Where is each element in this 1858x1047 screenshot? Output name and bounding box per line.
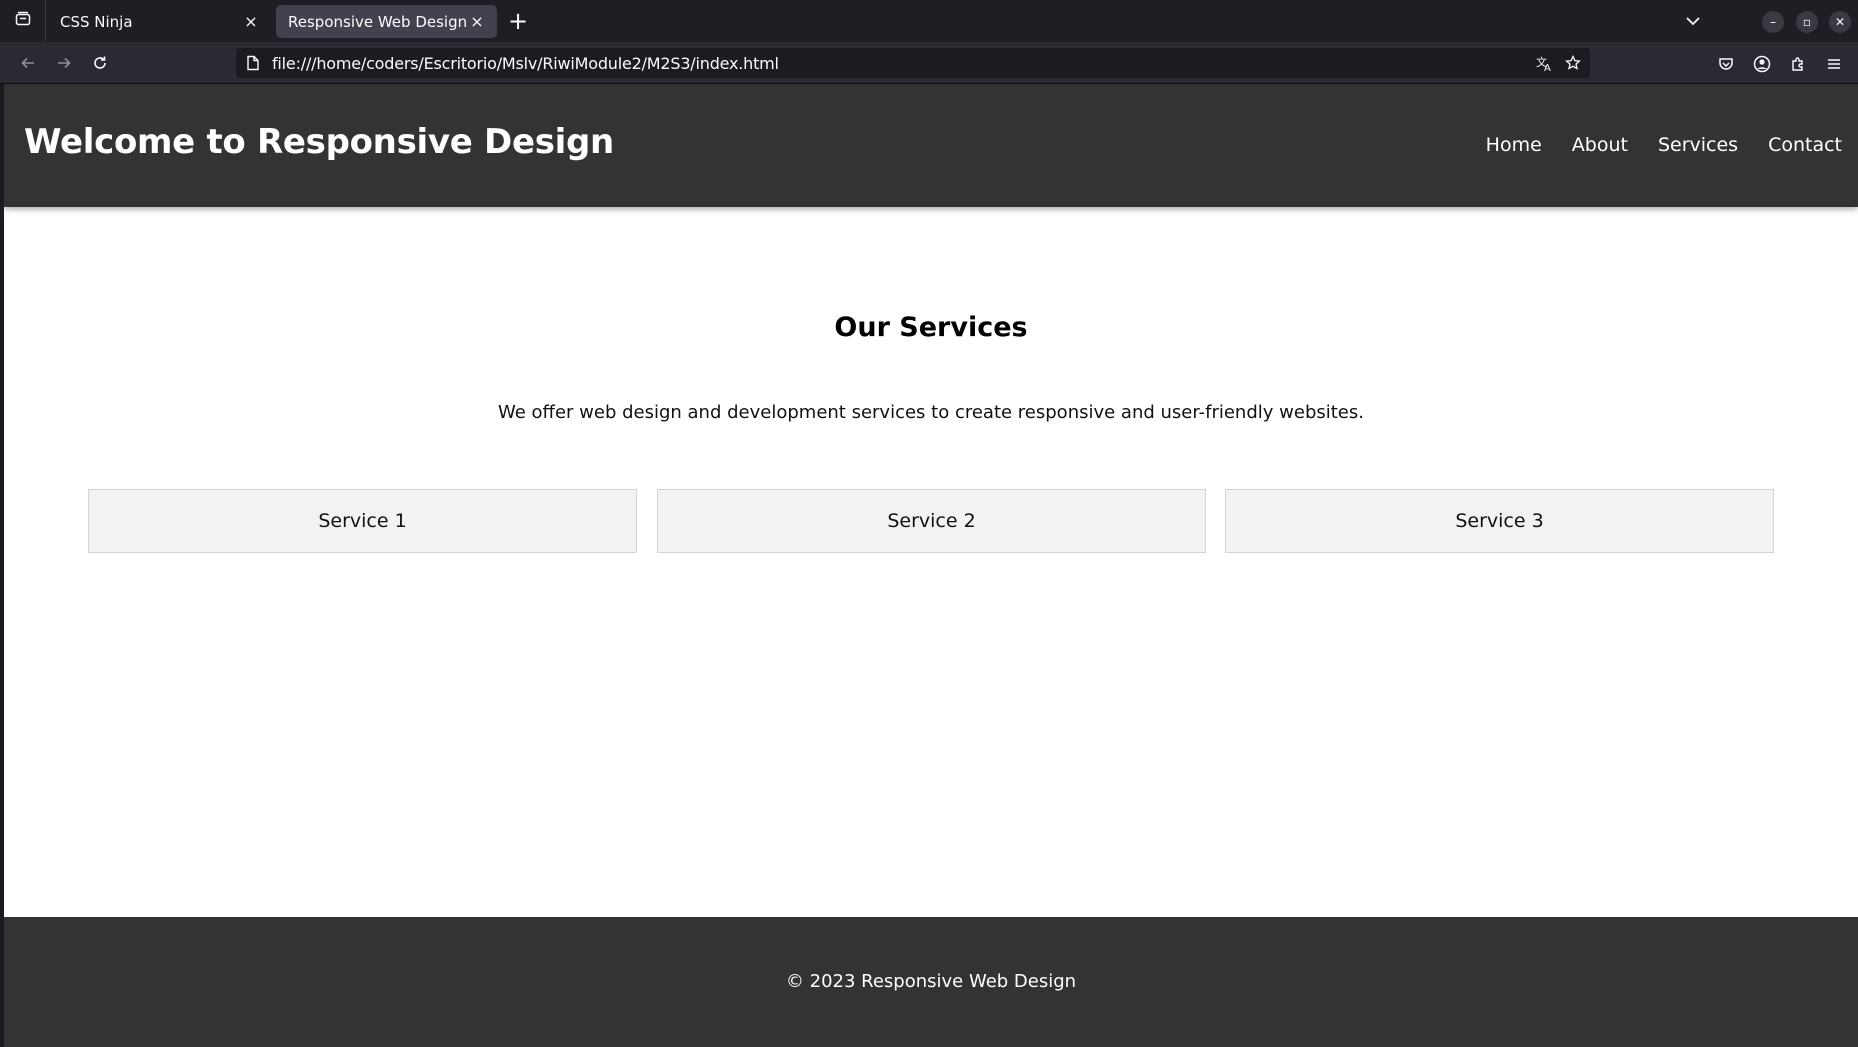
browser-navigation-bar: file:///home/coders/Escritorio/Mslv/Riwi… [0,42,1858,84]
reload-icon[interactable] [88,51,112,75]
back-arrow-icon[interactable] [16,51,40,75]
tab-list-button[interactable] [0,0,46,42]
tab-list-icon [15,11,31,31]
tab-responsive-web-design[interactable]: Responsive Web Design × [276,5,497,38]
tab-close-icon[interactable]: × [467,12,487,32]
tab-title: CSS Ninja [60,12,133,31]
bookmark-star-icon[interactable] [1564,54,1582,72]
services-heading: Our Services [834,312,1028,343]
menu-icon[interactable] [1824,54,1844,74]
browser-tab-bar: CSS Ninja × Responsive Web Design × + – … [0,0,1858,42]
forward-arrow-icon[interactable] [52,51,76,75]
service-box-3: Service 3 [1225,489,1774,553]
url-bar[interactable]: file:///home/coders/Escritorio/Mslv/Riwi… [236,48,1590,78]
account-icon[interactable] [1752,54,1772,74]
extensions-icon[interactable] [1788,54,1808,74]
footer-copyright: © 2023 Responsive Web Design [785,971,1077,992]
minimize-button[interactable]: – [1762,11,1784,33]
nav-link-contact[interactable]: Contact [1768,134,1842,156]
site-header: Welcome to Responsive Design Home About … [4,84,1858,207]
new-tab-button[interactable]: + [505,9,531,35]
translate-icon[interactable]: 文A [1536,54,1554,72]
tab-title: Responsive Web Design [288,12,467,31]
chevron-down-icon[interactable] [1683,11,1707,31]
url-text: file:///home/coders/Escritorio/Mslv/Riwi… [272,53,779,73]
nav-link-about[interactable]: About [1572,134,1628,156]
close-window-button[interactable]: ✕ [1829,11,1851,33]
nav-link-home[interactable]: Home [1486,134,1542,156]
page-icon [244,54,262,72]
site-title: Welcome to Responsive Design [24,122,614,162]
service-box-1: Service 1 [88,489,637,553]
site-footer: © 2023 Responsive Web Design [4,917,1858,1047]
services-description: We offer web design and development serv… [498,402,1364,423]
page-viewport: Welcome to Responsive Design Home About … [4,84,1858,1047]
service-box-2: Service 2 [657,489,1206,553]
nav-link-services[interactable]: Services [1658,134,1738,156]
tab-close-icon[interactable]: × [241,12,261,32]
tab-css-ninja[interactable]: CSS Ninja × [48,5,271,38]
svg-text:A: A [1544,63,1551,72]
site-nav: Home About Services Contact [1486,134,1842,156]
maximize-button[interactable]: ▫ [1796,11,1818,33]
pocket-icon[interactable] [1716,54,1736,74]
